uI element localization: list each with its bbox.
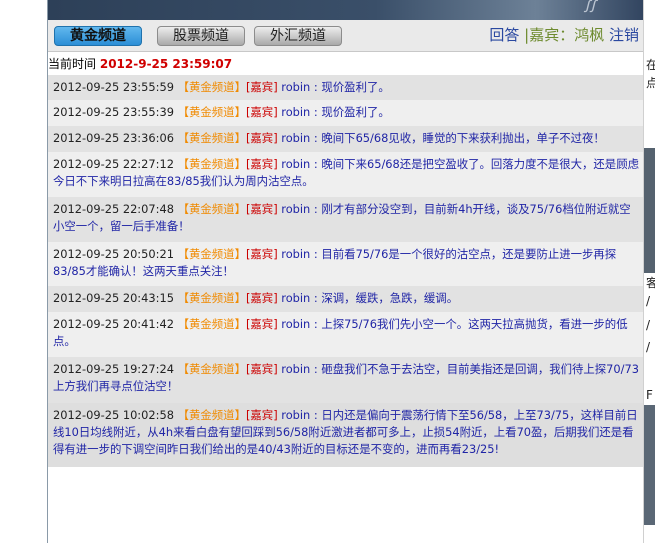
top-banner: ꭍꭍ [48,0,643,20]
message-channel: 【黄金频道】 [177,317,246,331]
message-role-tag: [嘉宾] [245,202,278,216]
side-fragment: / [646,340,651,354]
side-fragment: 客 [646,276,655,290]
current-time-label: 当前时间 [48,57,97,71]
message-text: 深调，缓跌，急跌，缓调。 [321,291,459,305]
side-fragment: / [646,318,651,332]
message-channel: 【黄金频道】 [177,408,246,422]
message-text: 现价盈利了。 [321,105,390,119]
message-channel: 【黄金频道】 [177,291,246,305]
message-user[interactable]: robin [281,202,310,216]
message-user[interactable]: robin [281,317,310,331]
message-channel: 【黄金频道】 [177,131,246,145]
message-item: 2012-09-25 10:02:58 【黄金频道】[嘉宾] robin : 日… [48,403,643,467]
message-role-tag: [嘉宾] [245,408,278,422]
message-separator: : [310,317,322,331]
side-fragment: 在 [646,58,655,72]
message-feed: 2012-09-25 23:55:59 【黄金频道】[嘉宾] robin : 现… [48,75,643,543]
message-time: 2012-09-25 22:07:48 [53,202,174,216]
tab-stock-channel[interactable]: 股票频道 [157,26,245,46]
message-item: 2012-09-25 22:27:12 【黄金频道】[嘉宾] robin : 晚… [48,152,643,197]
message-role-tag: [嘉宾] [245,291,278,305]
message-item: 2012-09-25 19:27:24 【黄金频道】[嘉宾] robin : 砸… [48,357,643,403]
message-time: 2012-09-25 20:50:21 [53,247,174,261]
message-time: 2012-09-25 19:27:24 [53,362,174,376]
message-user[interactable]: robin [281,408,310,422]
side-fragment: / [646,294,651,308]
message-role-tag: [嘉宾] [245,362,278,376]
message-user[interactable]: robin [281,362,310,376]
left-margin [0,0,47,543]
message-channel: 【黄金频道】 [177,202,246,216]
message-separator: : [310,157,322,171]
message-channel: 【黄金频道】 [177,157,246,171]
message-time: 2012-09-25 23:36:06 [53,131,174,145]
message-time: 2012-09-25 22:27:12 [53,157,174,171]
message-separator: : [310,80,322,94]
message-separator: : [310,131,322,145]
message-separator: : [310,247,322,261]
message-text: 现价盈利了。 [321,80,390,94]
side-fragment: F [646,388,653,402]
side-image-block-2 [644,405,655,525]
message-separator: : [310,105,322,119]
message-user[interactable]: robin [281,291,310,305]
message-user[interactable]: robin [281,247,310,261]
message-role-tag: [嘉宾] [245,157,278,171]
guest-name: 嘉宾：鸿枫 [529,26,605,44]
message-role-tag: [嘉宾] [245,317,278,331]
message-item: 2012-09-25 20:50:21 【黄金频道】[嘉宾] robin : 目… [48,242,643,286]
message-role-tag: [嘉宾] [245,105,278,119]
message-time: 2012-09-25 20:43:15 [53,291,174,305]
message-separator: : [310,408,322,422]
message-separator: : [310,202,322,216]
message-item: 2012-09-25 23:55:39 【黄金频道】[嘉宾] robin : 现… [48,100,643,126]
message-channel: 【黄金频道】 [177,247,246,261]
current-time-value: 2012-9-25 23:59:07 [99,57,233,71]
answer-link[interactable]: 回答 [489,26,519,44]
tab-forex-channel[interactable]: 外汇频道 [254,26,342,46]
side-image-block [644,148,655,273]
tab-gold-channel[interactable]: 黄金频道 [54,26,142,46]
message-role-tag: [嘉宾] [245,247,278,261]
side-fragment: 点 [646,76,655,90]
message-user[interactable]: robin [281,80,310,94]
message-channel: 【黄金频道】 [177,105,246,119]
right-side-panel: 在 点 客 / / / F [643,0,655,543]
user-bar: 回答 |嘉宾：鸿枫 注销 [489,25,639,45]
message-item: 2012-09-25 22:07:48 【黄金频道】[嘉宾] robin : 刚… [48,197,643,242]
banner-decoration: ꭍꭍ [583,0,595,16]
message-user[interactable]: robin [281,105,310,119]
message-role-tag: [嘉宾] [245,131,278,145]
message-item: 2012-09-25 20:41:42 【黄金频道】[嘉宾] robin : 上… [48,312,643,357]
current-time-row: 当前时间 2012-9-25 23:59:07 [48,55,643,73]
message-time: 2012-09-25 23:55:59 [53,80,174,94]
message-time: 2012-09-25 10:02:58 [53,408,174,422]
message-time: 2012-09-25 23:55:39 [53,105,174,119]
message-item: 2012-09-25 23:55:59 【黄金频道】[嘉宾] robin : 现… [48,75,643,100]
message-channel: 【黄金频道】 [177,80,246,94]
message-item: 2012-09-25 23:36:06 【黄金频道】[嘉宾] robin : 晚… [48,126,643,152]
message-item: 2012-09-25 20:43:15 【黄金频道】[嘉宾] robin : 深… [48,286,643,312]
message-role-tag: [嘉宾] [245,80,278,94]
message-time: 2012-09-25 20:41:42 [53,317,174,331]
channel-nav-bar: 黄金频道 股票频道 外汇频道 回答 |嘉宾：鸿枫 注销 [48,20,643,52]
message-separator: : [310,362,322,376]
message-text: 晚间下65/68见收，睡觉的下来获利抛出，单子不过夜！ [321,131,605,145]
message-user[interactable]: robin [281,157,310,171]
message-separator: : [310,291,322,305]
logout-link[interactable]: 注销 [609,26,639,44]
message-channel: 【黄金频道】 [177,362,246,376]
message-user[interactable]: robin [281,131,310,145]
